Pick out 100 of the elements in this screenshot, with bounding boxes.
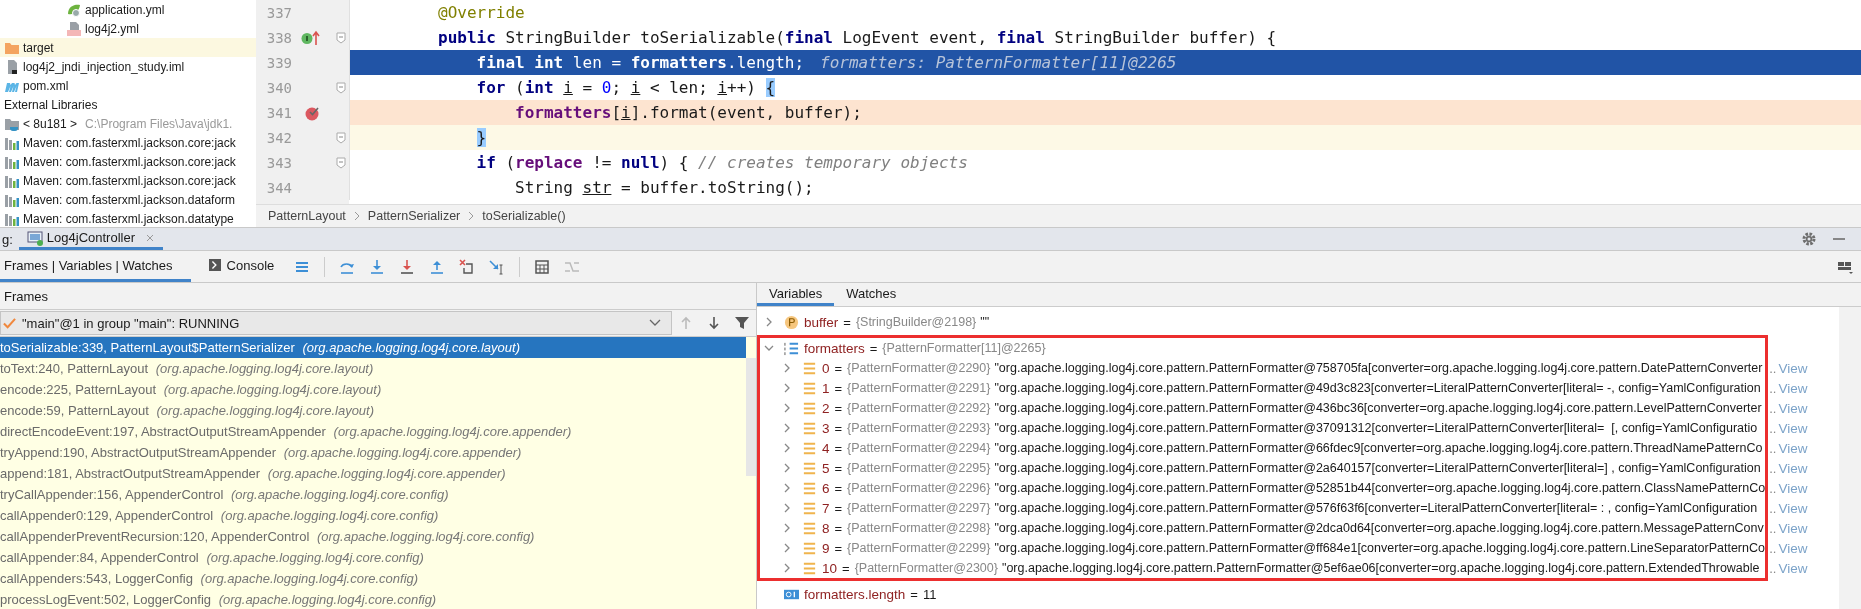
list-icon bbox=[802, 400, 817, 416]
ellipsis: .. bbox=[1769, 500, 1777, 516]
stack-frame[interactable]: callAppenders:543, LoggerConfig (org.apache.logging.log4j.core.config) bbox=[0, 568, 746, 589]
stack-frame[interactable]: directEncodeEvent:197, AbstractOutputStreamAppender (org.apache.logging.log4j.core.appender) bbox=[0, 421, 746, 442]
force-step-into-icon[interactable] bbox=[399, 258, 416, 275]
list-icon bbox=[802, 480, 817, 496]
stack-frame[interactable]: callAppender:84, AppenderControl (org.apache.logging.log4j.core.config) bbox=[0, 547, 746, 568]
code-token: ( bbox=[514, 78, 525, 97]
code-token: .length; bbox=[727, 53, 805, 72]
session-tab[interactable]: Log4jController bbox=[18, 228, 163, 250]
code-token: ( bbox=[504, 153, 516, 172]
code-token: int bbox=[524, 78, 555, 97]
code-token: for bbox=[475, 78, 506, 97]
list-icon bbox=[802, 380, 817, 396]
equals-sign: = bbox=[834, 500, 843, 516]
tree-item[interactable]: Maven: com.fasterxml.jackson.core:jack bbox=[23, 135, 236, 150]
code-token: StringBuilder buffer) { bbox=[1053, 28, 1277, 47]
close-icon[interactable] bbox=[145, 232, 155, 243]
line-number: 342 bbox=[265, 128, 292, 148]
step-out-icon[interactable] bbox=[429, 258, 446, 275]
calculator-icon[interactable] bbox=[534, 258, 551, 275]
object-reference: {StringBuilder@2198} bbox=[855, 315, 977, 329]
fold-marker-icon[interactable] bbox=[335, 156, 346, 169]
panel-tab[interactable]: Watches bbox=[834, 283, 909, 306]
element-index: 5 bbox=[822, 460, 830, 476]
stack-frame[interactable]: toText:240, PatternLayout (org.apache.logging.log4j.core.layout) bbox=[0, 358, 746, 379]
stack-frame[interactable]: callAppenderPreventRecursion:120, AppenderControl (org.apache.logging.log4j.core.config) bbox=[0, 526, 746, 547]
tree-item[interactable]: Maven: com.fasterxml.jackson.core:jack bbox=[23, 154, 236, 169]
stack-frame[interactable]: tryAppend:190, AbstractOutputStreamAppender (org.apache.logging.log4j.core.appender) bbox=[0, 442, 746, 463]
tree-item[interactable]: Maven: com.fasterxml.jackson.core:jack bbox=[23, 173, 236, 188]
variable-value: "org.apache.logging.log4j.core.pattern.PatternFormatter@436bc36[converter=org.apache.logging.log4j.core.pattern.LevelPatternConverter bbox=[994, 401, 1762, 415]
code-token: ].format(event, buffer); bbox=[630, 103, 862, 122]
code-token: ++) bbox=[727, 78, 757, 97]
fold-marker-icon[interactable] bbox=[335, 31, 346, 44]
variable-name: formatters.length bbox=[804, 586, 906, 602]
element-index: 3 bbox=[822, 420, 830, 436]
equals-sign: = bbox=[834, 520, 843, 536]
code-token: i bbox=[630, 78, 641, 97]
code-token: if bbox=[475, 153, 496, 172]
settings-icon[interactable] bbox=[1801, 231, 1817, 247]
ellipsis: .. bbox=[1769, 560, 1777, 576]
code-token: < len; bbox=[648, 78, 709, 97]
object-reference: {PatternFormatter@2298} bbox=[847, 521, 991, 535]
object-reference: {PatternFormatter@2299} bbox=[847, 541, 991, 555]
tree-item[interactable]: External Libraries bbox=[4, 97, 98, 112]
code-token: LogEvent event, bbox=[841, 28, 989, 47]
thread-dropdown[interactable]: "main"@1 in group "main": RUNNING bbox=[0, 311, 672, 335]
down-arrow-icon[interactable] bbox=[706, 315, 722, 331]
stack-frame[interactable]: encode:225, PatternLayout (org.apache.logging.log4j.core.layout) bbox=[0, 379, 746, 400]
code-token: i bbox=[717, 78, 728, 97]
object-reference: {PatternFormatter@2290} bbox=[847, 361, 991, 375]
stack-frame[interactable]: encode:59, PatternLayout (org.apache.logging.log4j.core.layout) bbox=[0, 400, 746, 421]
tree-item[interactable]: target bbox=[23, 40, 54, 55]
tree-item[interactable]: Maven: com.fasterxml.jackson.dataform bbox=[23, 192, 236, 207]
variable-value: "org.apache.logging.log4j.core.pattern.PatternFormatter@49d3c823[converter=LiteralPatternConverter[literal= -, config=YamlConfiguration bbox=[994, 381, 1761, 395]
step-into-icon[interactable] bbox=[369, 258, 386, 275]
file-name[interactable]: log4j2.yml bbox=[85, 21, 140, 36]
breadcrumb[interactable]: toSerializable() bbox=[482, 209, 566, 223]
fold-marker-icon[interactable] bbox=[335, 131, 346, 144]
filter-icon[interactable] bbox=[734, 315, 750, 331]
panel-title: Frames bbox=[4, 288, 49, 304]
tree-item[interactable]: log4j2_jndi_injection_study.iml bbox=[23, 59, 185, 74]
stack-frame[interactable]: tryCallAppender:156, AppenderControl (org.apache.logging.log4j.core.config) bbox=[0, 484, 746, 505]
tree-item[interactable]: Maven: com.fasterxml.jackson.datatype bbox=[23, 211, 234, 226]
variable-value: "org.apache.logging.log4j.core.pattern.PatternFormatter@ff684e1[converter=org.apache.logging.log4j.core.pattern.LineSeparatorPatternCo bbox=[994, 541, 1765, 555]
breadcrumb[interactable]: PatternSerializer bbox=[367, 209, 461, 223]
tree-item[interactable]: < 8u181 > bbox=[23, 116, 78, 131]
chevron-down-icon[interactable] bbox=[764, 343, 774, 353]
drop-frame-icon[interactable] bbox=[459, 258, 476, 275]
fold-marker-icon[interactable] bbox=[335, 81, 346, 94]
variable-value: "org.apache.logging.log4j.core.pattern.PatternFormatter@37091312[converter=LiteralPatternConverter[literal= [, config=YamlConfiguratio bbox=[994, 421, 1758, 435]
tree-item[interactable]: pom.xml bbox=[23, 78, 69, 93]
console-icon bbox=[208, 259, 221, 271]
code-token: formatters bbox=[630, 53, 727, 72]
code-comment: // creates temporary objects bbox=[698, 153, 968, 172]
run-to-cursor-icon[interactable] bbox=[489, 258, 506, 275]
code-token: 0 bbox=[601, 78, 612, 97]
equals-sign: = bbox=[834, 480, 843, 496]
variable-value: "org.apache.logging.log4j.core.pattern.PatternFormatter@52851b44[converter=org.apache.logging.log4j.core.pattern.ClassNamePatternCo bbox=[994, 481, 1766, 495]
debug-label: g: bbox=[1, 230, 14, 249]
stack-frame[interactable]: callAppender0:129, AppenderControl (org.apache.logging.log4j.core.config) bbox=[0, 505, 746, 526]
caret-icon bbox=[649, 319, 661, 327]
equals-sign: = bbox=[834, 540, 843, 556]
scrollbar[interactable] bbox=[746, 358, 756, 476]
panel-tab[interactable]: Console bbox=[204, 251, 281, 282]
panel-tab[interactable]: Frames | Variables | Watches bbox=[0, 251, 191, 282]
stack-frame[interactable]: processLogEvent:502, LoggerConfig (org.apache.logging.log4j.core.config) bbox=[0, 589, 746, 609]
file-name[interactable]: application.yml bbox=[85, 2, 165, 17]
implements-marker-icon[interactable] bbox=[301, 29, 323, 46]
stack-frame[interactable]: append:181, AbstractOutputStreamAppender (org.apache.logging.log4j.core.appender) bbox=[0, 463, 746, 484]
code-token: replace bbox=[515, 153, 583, 172]
code-token: = bbox=[581, 78, 594, 97]
chevron-icon bbox=[353, 211, 360, 221]
line-number: 341 bbox=[265, 103, 292, 123]
stack-frame[interactable]: toSerializable:339, PatternLayout$PatternSerializer (org.apache.logging.log4j.core.layout) bbox=[0, 337, 746, 358]
breadcrumb[interactable]: PatternLayout bbox=[268, 209, 346, 223]
list-icon bbox=[802, 500, 817, 516]
parameter-icon bbox=[784, 314, 799, 330]
chevron-right-icon[interactable] bbox=[764, 317, 774, 327]
ellipsis: .. bbox=[1769, 520, 1777, 536]
